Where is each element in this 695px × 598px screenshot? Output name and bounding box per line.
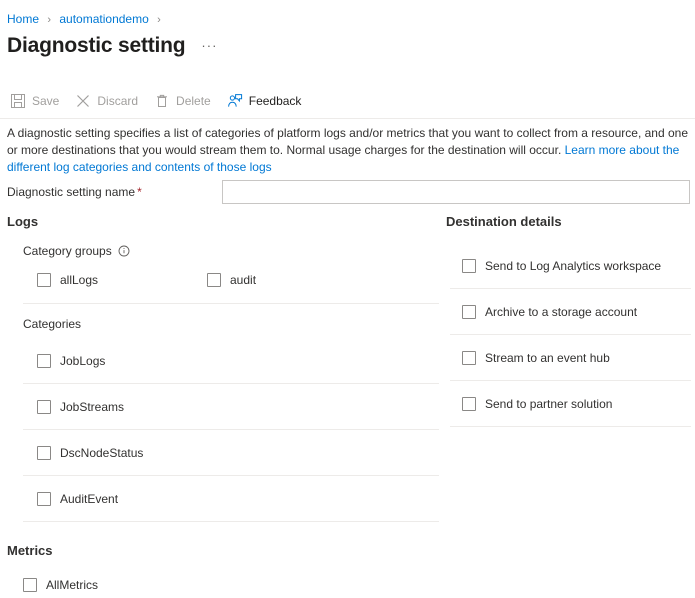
breadcrumb-separator-icon: › — [47, 14, 51, 26]
checkbox-label-event-hub: Stream to an event hub — [485, 350, 610, 366]
category-row-jobstreams: JobStreams — [37, 384, 439, 429]
discard-button[interactable]: Discard — [75, 89, 138, 113]
breadcrumb-item-home[interactable]: Home — [7, 12, 39, 26]
diagnostic-setting-name-label-text: Diagnostic setting name — [7, 185, 135, 199]
breadcrumb: Home › automationdemo › — [7, 11, 166, 28]
categories-label: Categories — [23, 316, 439, 332]
checkbox-stream-to-event-hub[interactable]: Stream to an event hub — [462, 350, 610, 366]
category-groups-label-text: Category groups — [23, 243, 112, 259]
checkbox-label-log-analytics: Send to Log Analytics workspace — [485, 258, 661, 274]
checkbox-box-audit[interactable] — [207, 273, 221, 287]
destination-row-partner-solution: Send to partner solution — [462, 381, 691, 426]
checkbox-box-storage-account[interactable] — [462, 305, 476, 319]
diagnostic-setting-name-input[interactable] — [222, 180, 690, 204]
checkbox-label-audit: audit — [230, 272, 256, 288]
checkbox-send-to-partner-solution[interactable]: Send to partner solution — [462, 396, 612, 412]
destination-row-event-hub: Stream to an event hub — [462, 335, 691, 380]
diagnostic-setting-name-row: Diagnostic setting name* — [7, 180, 690, 204]
category-row-joblogs: JobLogs — [37, 338, 439, 383]
command-bar-divider — [0, 118, 695, 119]
checkbox-label-storage-account: Archive to a storage account — [485, 304, 637, 320]
metrics-heading: Metrics — [7, 542, 439, 560]
description-text: A diagnostic setting specifies a list of… — [7, 125, 690, 176]
category-groups-row: allLogs audit — [37, 267, 439, 293]
category-row-auditevent: AuditEvent — [37, 476, 439, 521]
checkbox-box-dscnodestatus[interactable] — [37, 446, 51, 460]
feedback-button-label: Feedback — [249, 93, 302, 109]
checkbox-label-partner-solution: Send to partner solution — [485, 396, 612, 412]
checkbox-box-joblogs[interactable] — [37, 354, 51, 368]
delete-button-label: Delete — [176, 93, 211, 109]
command-bar: Save Discard Delete Feedback — [10, 89, 317, 113]
checkbox-box-auditevent[interactable] — [37, 492, 51, 506]
checkbox-label-allmetrics: AllMetrics — [46, 577, 98, 593]
destination-details-section: Destination details Send to Log Analytic… — [446, 213, 691, 427]
trash-icon — [154, 93, 170, 109]
destination-details-heading: Destination details — [446, 213, 691, 231]
delete-button[interactable]: Delete — [154, 89, 211, 113]
categories-label-text: Categories — [23, 316, 81, 332]
checkbox-allmetrics[interactable]: AllMetrics — [23, 577, 98, 593]
divider-partner-solution — [450, 426, 691, 427]
checkbox-box-allmetrics[interactable] — [23, 578, 37, 592]
feedback-icon — [227, 93, 243, 109]
checkbox-alllogs[interactable]: allLogs — [37, 272, 207, 288]
checkbox-jobstreams[interactable]: JobStreams — [37, 399, 124, 415]
checkbox-box-log-analytics[interactable] — [462, 259, 476, 273]
checkbox-label-jobstreams: JobStreams — [60, 399, 124, 415]
checkbox-archive-to-storage-account[interactable]: Archive to a storage account — [462, 304, 637, 320]
destination-row-storage-account: Archive to a storage account — [462, 289, 691, 334]
required-marker: * — [137, 185, 142, 199]
checkbox-box-event-hub[interactable] — [462, 351, 476, 365]
divider-category-groups — [23, 303, 439, 304]
category-groups-label: Category groups — [23, 243, 439, 259]
page-header: Diagnostic setting ··· — [7, 33, 217, 59]
checkbox-send-to-log-analytics-workspace[interactable]: Send to Log Analytics workspace — [462, 258, 661, 274]
diagnostic-setting-name-label: Diagnostic setting name* — [7, 184, 222, 200]
checkbox-label-joblogs: JobLogs — [60, 353, 105, 369]
save-button-label: Save — [32, 93, 59, 109]
breadcrumb-separator-icon-2: › — [157, 14, 161, 26]
feedback-button[interactable]: Feedback — [227, 89, 302, 113]
logs-heading: Logs — [7, 213, 439, 231]
logs-section: Logs Category groups allLogs audit Categ… — [7, 213, 439, 598]
checkbox-audit[interactable]: audit — [207, 272, 256, 288]
checkbox-dscnodestatus[interactable]: DscNodeStatus — [37, 445, 143, 461]
checkbox-auditevent[interactable]: AuditEvent — [37, 491, 118, 507]
checkbox-label-dscnodestatus: DscNodeStatus — [60, 445, 143, 461]
metrics-row-allmetrics: AllMetrics — [23, 572, 439, 598]
checkbox-box-partner-solution[interactable] — [462, 397, 476, 411]
info-icon[interactable] — [118, 245, 130, 257]
page-title: Diagnostic setting — [7, 33, 185, 59]
save-button[interactable]: Save — [10, 89, 59, 113]
more-options-icon[interactable]: ··· — [201, 38, 217, 53]
checkbox-joblogs[interactable]: JobLogs — [37, 353, 105, 369]
save-icon — [10, 93, 26, 109]
discard-button-label: Discard — [97, 93, 138, 109]
destination-row-log-analytics: Send to Log Analytics workspace — [462, 243, 691, 288]
divider-auditevent — [23, 521, 439, 522]
checkbox-label-auditevent: AuditEvent — [60, 491, 118, 507]
breadcrumb-item-automationdemo[interactable]: automationdemo — [59, 12, 148, 26]
checkbox-box-jobstreams[interactable] — [37, 400, 51, 414]
close-icon — [75, 93, 91, 109]
checkbox-box-alllogs[interactable] — [37, 273, 51, 287]
checkbox-label-alllogs: allLogs — [60, 272, 98, 288]
category-row-dscnodestatus: DscNodeStatus — [37, 430, 439, 475]
metrics-section: Metrics AllMetrics — [7, 542, 439, 598]
